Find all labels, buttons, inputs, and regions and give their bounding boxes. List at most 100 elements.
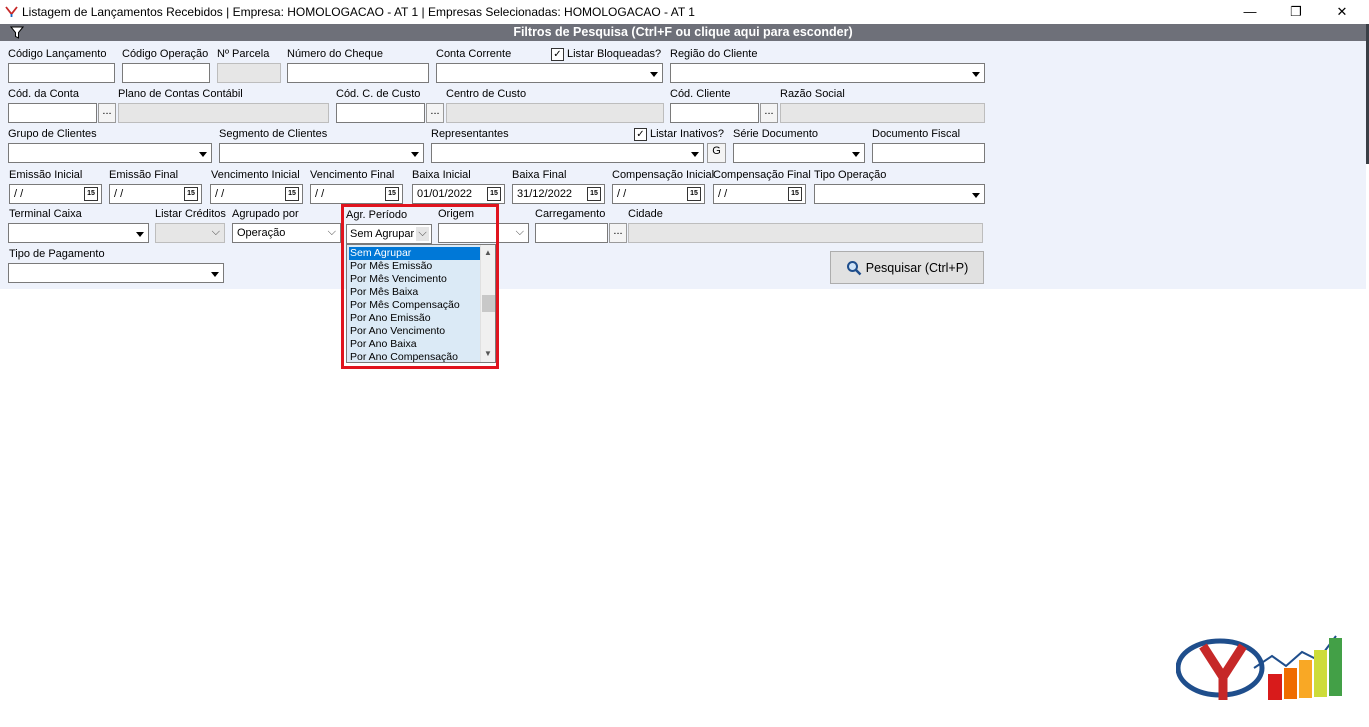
app-logo-icon <box>5 6 18 17</box>
emissao-inicial-date[interactable]: / / 15 <box>9 184 102 204</box>
filter-panel-header[interactable]: Filtros de Pesquisa (Ctrl+F ou clique aq… <box>0 24 1366 41</box>
n-parcela-input <box>217 63 281 83</box>
carregamento-lookup-button[interactable]: ... <box>609 223 627 243</box>
emissao-inicial-value: / / <box>14 188 24 200</box>
compensacao-final-value: / / <box>718 188 728 200</box>
regiao-cliente-select[interactable] <box>670 63 985 83</box>
highlight-annotation <box>341 204 499 369</box>
chevron-down-icon: ⌵ <box>515 226 524 238</box>
company-logo <box>1176 635 1342 700</box>
emissao-final-label: Emissão Final <box>109 169 179 181</box>
cod-conta-input[interactable] <box>8 103 97 123</box>
listar-creditos-select: ⌵ <box>155 223 225 243</box>
baixa-inicial-value: 01/01/2022 <box>417 188 473 200</box>
baixa-final-date[interactable]: 31/12/2022 15 <box>512 184 605 204</box>
emissao-final-value: / / <box>114 188 124 200</box>
chevron-down-icon <box>196 147 209 160</box>
baixa-final-value: 31/12/2022 <box>517 188 573 200</box>
segmento-clientes-select[interactable] <box>219 143 424 163</box>
chevron-down-icon <box>647 67 660 80</box>
listar-creditos-label: Listar Créditos <box>155 208 226 220</box>
tipo-operacao-select[interactable] <box>814 184 985 204</box>
filter-icon <box>10 26 24 39</box>
codigo-lancamento-input[interactable] <box>8 63 115 83</box>
agrupado-por-label: Agrupado por <box>232 208 299 220</box>
chevron-down-icon: ⌵ <box>211 226 220 238</box>
representantes-select[interactable] <box>431 143 704 163</box>
search-button[interactable]: Pesquisar (Ctrl+P) <box>830 251 984 284</box>
vencimento-final-date[interactable]: / / 15 <box>310 184 403 204</box>
cod-centro-custo-label: Cód. C. de Custo <box>336 88 421 100</box>
razao-social-input <box>780 103 985 123</box>
calendar-icon[interactable]: 15 <box>587 187 601 201</box>
listar-bloqueadas-checkbox[interactable]: ✓ <box>551 48 564 61</box>
vencimento-inicial-label: Vencimento Inicial <box>211 169 300 181</box>
cod-cliente-input[interactable] <box>670 103 759 123</box>
close-button[interactable]: ✕ <box>1319 0 1365 23</box>
restore-button[interactable]: ❐ <box>1273 0 1319 23</box>
calendar-icon[interactable]: 15 <box>84 187 98 201</box>
numero-cheque-input[interactable] <box>287 63 429 83</box>
regiao-cliente-label: Região do Cliente <box>670 48 758 60</box>
emissao-final-date[interactable]: / / 15 <box>109 184 202 204</box>
codigo-lancamento-label: Código Lançamento <box>8 48 107 60</box>
documento-fiscal-label: Documento Fiscal <box>872 128 961 140</box>
serie-documento-label: Série Documento <box>733 128 818 140</box>
chevron-down-icon: ⌵ <box>327 226 336 238</box>
chevron-down-icon <box>133 227 146 240</box>
terminal-caixa-label: Terminal Caixa <box>9 208 82 220</box>
serie-documento-select[interactable] <box>733 143 865 163</box>
representantes-g-button[interactable]: G <box>707 143 726 163</box>
calendar-icon[interactable]: 15 <box>487 187 501 201</box>
grupo-clientes-select[interactable] <box>8 143 212 163</box>
calendar-icon[interactable]: 15 <box>385 187 399 201</box>
tipo-operacao-label: Tipo Operação <box>814 169 887 181</box>
carregamento-input[interactable] <box>535 223 608 243</box>
chevron-down-icon <box>408 147 421 160</box>
compensacao-inicial-label: Compensação Inicial <box>612 169 715 181</box>
vencimento-inicial-date[interactable]: / / 15 <box>210 184 303 204</box>
centro-custo-lookup-button[interactable]: ... <box>426 103 444 123</box>
carregamento-label: Carregamento <box>535 208 606 220</box>
vencimento-final-value: / / <box>315 188 325 200</box>
minimize-button[interactable]: — <box>1227 0 1273 23</box>
calendar-icon[interactable]: 15 <box>285 187 299 201</box>
numero-cheque-label: Número do Cheque <box>287 48 384 60</box>
conta-corrente-select[interactable] <box>436 63 663 83</box>
cod-conta-label: Cód. da Conta <box>8 88 79 100</box>
tipo-pagamento-select[interactable] <box>8 263 224 283</box>
cod-cliente-lookup-button[interactable]: ... <box>760 103 778 123</box>
n-parcela-label: Nº Parcela <box>217 48 270 60</box>
window-title: Listagem de Lançamentos Recebidos | Empr… <box>22 5 695 19</box>
compensacao-final-date[interactable]: / / 15 <box>713 184 806 204</box>
check-icon: ✓ <box>636 129 645 140</box>
calendar-icon[interactable]: 15 <box>184 187 198 201</box>
calendar-icon[interactable]: 15 <box>788 187 802 201</box>
cod-centro-custo-input[interactable] <box>336 103 425 123</box>
title-bar: Listagem de Lançamentos Recebidos | Empr… <box>0 0 1369 23</box>
agrupado-por-select[interactable]: Operação ⌵ <box>232 223 341 243</box>
vencimento-final-label: Vencimento Final <box>310 169 395 181</box>
vencimento-inicial-value: / / <box>215 188 225 200</box>
razao-social-label: Razão Social <box>780 88 845 100</box>
compensacao-inicial-value: / / <box>617 188 627 200</box>
documento-fiscal-input[interactable] <box>872 143 985 163</box>
cod-conta-lookup-button[interactable]: ... <box>98 103 116 123</box>
baixa-inicial-date[interactable]: 01/01/2022 15 <box>412 184 505 204</box>
chevron-down-icon <box>688 147 701 160</box>
segmento-clientes-label: Segmento de Clientes <box>219 128 328 140</box>
emissao-inicial-label: Emissão Inicial <box>9 169 83 181</box>
listar-inativos-checkbox[interactable]: ✓ <box>634 128 647 141</box>
agrupado-por-value: Operação <box>237 227 286 239</box>
plano-contas-label: Plano de Contas Contábil <box>118 88 243 100</box>
codigo-operacao-input[interactable] <box>122 63 210 83</box>
restore-icon: ❐ <box>1290 3 1302 19</box>
terminal-caixa-select[interactable] <box>8 223 149 243</box>
calendar-icon[interactable]: 15 <box>687 187 701 201</box>
cidade-input <box>628 223 983 243</box>
cidade-label: Cidade <box>628 208 663 220</box>
listar-bloqueadas-label: Listar Bloqueadas? <box>567 48 662 60</box>
compensacao-inicial-date[interactable]: / / 15 <box>612 184 705 204</box>
close-icon: ✕ <box>1336 3 1348 19</box>
centro-custo-label: Centro de Custo <box>446 88 527 100</box>
